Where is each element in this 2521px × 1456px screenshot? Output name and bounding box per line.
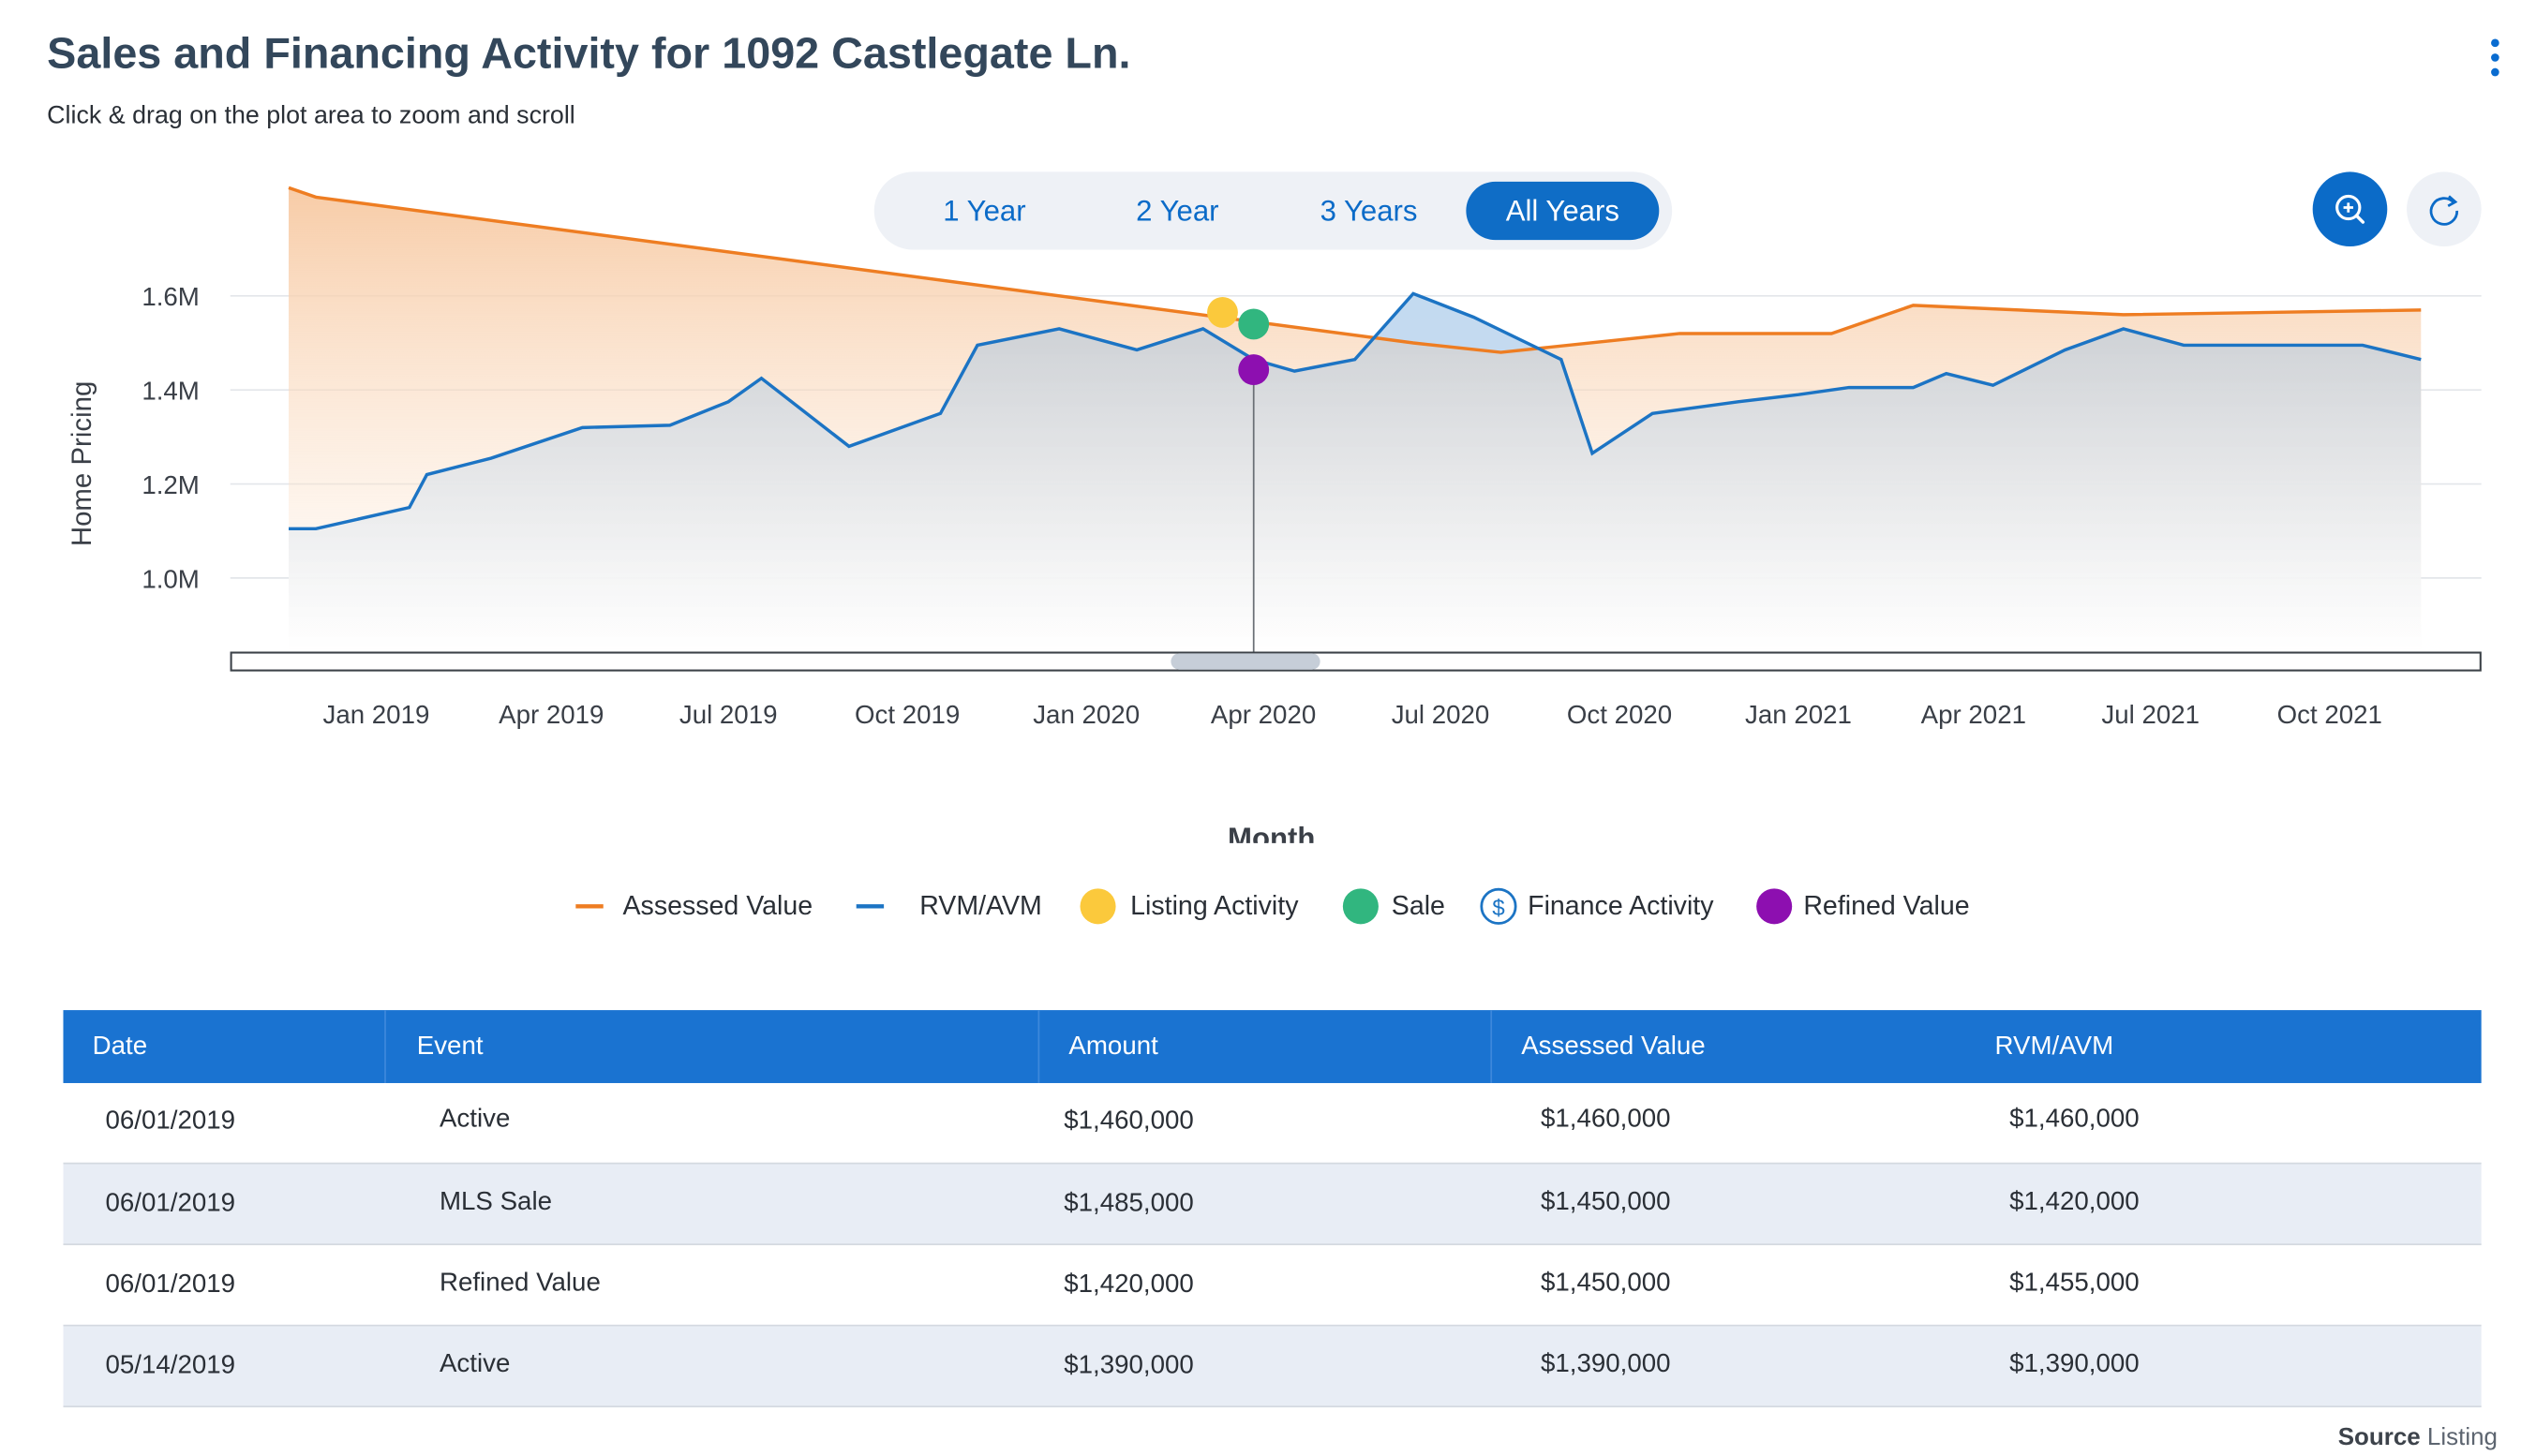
legend-line-swatch-assessed (575, 904, 604, 909)
y-tick-label: 1.2M (142, 470, 200, 499)
svg-text:$: $ (1492, 896, 1505, 921)
cell-date: 05/14/2019 (105, 1352, 236, 1380)
reset-icon (2429, 195, 2459, 226)
table-row[interactable]: 05/14/2019 Active $1,390,000 $1,390,000 … (63, 1326, 2482, 1408)
col-header-assessed-value[interactable]: Assessed Value (1521, 1010, 1705, 1083)
chart[interactable]: 1.0M 1.2M 1.4M 1.6M Home Pricing Jan 2019 Apr … (0, 0, 2520, 843)
navigator-track (230, 651, 2482, 672)
x-tick-label: Jan 2020 (1033, 700, 1140, 729)
cell-amount: $1,485,000 (1064, 1190, 1194, 1218)
cell-amount: $1,390,000 (1064, 1352, 1194, 1380)
legend-label: Listing Activity (1130, 891, 1299, 921)
cell-rvm-avm: $1,455,000 (2009, 1269, 2140, 1298)
legend-item-assessed-value[interactable]: Assessed Value (573, 882, 819, 930)
event-marker-refined-value (1238, 354, 1270, 386)
y-tick-label: 1.6M (142, 282, 200, 311)
cell-amount: $1,460,000 (1064, 1107, 1194, 1136)
col-header-amount[interactable]: Amount (1068, 1010, 1157, 1083)
x-tick-label: Apr 2020 (1211, 700, 1316, 729)
table-header: Date Event Amount Assessed Value RVM/AVM (63, 1010, 2482, 1083)
x-tick-label: Oct 2021 (2277, 700, 2382, 729)
x-tick-label: Jan 2021 (1745, 700, 1852, 729)
cell-assessed-value: $1,450,000 (1540, 1269, 1671, 1298)
range-3-years-button[interactable]: 3 Years (1294, 182, 1443, 240)
source-value: Listing (2426, 1423, 2498, 1451)
zoom-in-icon (2335, 194, 2365, 224)
x-tick-label: Apr 2019 (499, 700, 604, 729)
table-row[interactable]: 06/01/2019 Active $1,460,000 $1,460,000 … (63, 1083, 2482, 1165)
x-tick-label: Jul 2019 (679, 700, 778, 729)
listing-dot-icon (1080, 888, 1116, 925)
cell-rvm-avm: $1,420,000 (2009, 1188, 2140, 1216)
range-selector: 1 Year 2 Year 3 Years All Years (873, 171, 1673, 250)
legend-label: Assessed Value (622, 891, 813, 921)
x-tick-label: Jul 2021 (2101, 700, 2200, 729)
legend-label: RVM/AVM (919, 891, 1042, 921)
cell-event: MLS Sale (439, 1188, 553, 1216)
refined-dot-icon (1756, 888, 1793, 925)
cell-event: Active (439, 1106, 511, 1134)
y-tick-label: 1.4M (142, 377, 200, 406)
chart-legend: Assessed Value RVM/AVM Listing Activity … (0, 882, 2520, 930)
legend-line-swatch-rvm (856, 904, 885, 909)
legend-item-finance-activity[interactable]: $ Finance Activity (1479, 882, 1723, 930)
x-axis-label: Month (1228, 822, 1315, 843)
x-tick-label: Jul 2020 (1392, 700, 1490, 729)
source-attribution: Source Listing (2338, 1423, 2498, 1450)
scrollbar-handle[interactable] (1171, 653, 1320, 670)
y-tick-label: 1.0M (142, 564, 200, 593)
cell-rvm-avm: $1,460,000 (2009, 1106, 2140, 1134)
cell-event: Active (439, 1350, 511, 1378)
dollar-circle-icon: $ (1480, 887, 1517, 925)
legend-label: Refined Value (1803, 891, 1970, 921)
x-tick-label: Apr 2021 (1921, 700, 2026, 729)
cell-date: 06/01/2019 (105, 1190, 236, 1218)
reset-zoom-button[interactable] (2407, 171, 2482, 247)
zoom-in-button[interactable] (2312, 171, 2388, 247)
column-divider (1490, 1010, 1493, 1083)
legend-item-sale[interactable]: Sale (1341, 882, 1454, 930)
legend-item-rvm-avm[interactable]: RVM/AVM (853, 882, 1048, 930)
cell-date: 06/01/2019 (105, 1270, 236, 1300)
legend-item-refined-value[interactable]: Refined Value (1754, 882, 1974, 930)
col-header-date[interactable]: Date (93, 1010, 147, 1083)
column-divider (384, 1010, 386, 1083)
range-2-year-button[interactable]: 2 Year (1103, 182, 1252, 240)
activity-table: Date Event Amount Assessed Value RVM/AVM… (63, 1010, 2482, 1408)
event-marker-sale (1238, 308, 1270, 340)
legend-label: Sale (1391, 891, 1445, 921)
col-header-rvm-avm[interactable]: RVM/AVM (1995, 1010, 2114, 1083)
legend-label: Finance Activity (1528, 891, 1714, 921)
cell-event: Refined Value (439, 1269, 601, 1298)
x-tick-label: Oct 2019 (855, 700, 960, 729)
cell-amount: $1,420,000 (1064, 1270, 1194, 1300)
column-divider (1037, 1010, 1040, 1083)
table-row[interactable]: 06/01/2019 MLS Sale $1,485,000 $1,450,00… (63, 1164, 2482, 1246)
cell-date: 06/01/2019 (105, 1107, 236, 1136)
cell-rvm-avm: $1,390,000 (2009, 1350, 2140, 1378)
cell-assessed-value: $1,450,000 (1540, 1188, 1671, 1216)
y-axis-label: Home Pricing (67, 381, 97, 547)
x-tick-label: Oct 2020 (1567, 700, 1672, 729)
source-label: Source (2337, 1423, 2421, 1451)
sale-dot-icon (1342, 888, 1379, 925)
x-tick-label: Jan 2019 (322, 700, 429, 729)
cell-assessed-value: $1,390,000 (1540, 1350, 1671, 1378)
legend-item-listing-activity[interactable]: Listing Activity (1079, 882, 1314, 930)
table-row[interactable]: 06/01/2019 Refined Value $1,420,000 $1,4… (63, 1245, 2482, 1327)
event-marker-listing-activity (1207, 296, 1238, 328)
range-all-years-button[interactable]: All Years (1466, 181, 1660, 241)
stage: Sales and Financing Activity for 1092 Ca… (0, 0, 2520, 1456)
col-header-event[interactable]: Event (417, 1010, 484, 1083)
cell-assessed-value: $1,460,000 (1540, 1106, 1671, 1134)
range-1-year-button[interactable]: 1 Year (910, 182, 1059, 240)
